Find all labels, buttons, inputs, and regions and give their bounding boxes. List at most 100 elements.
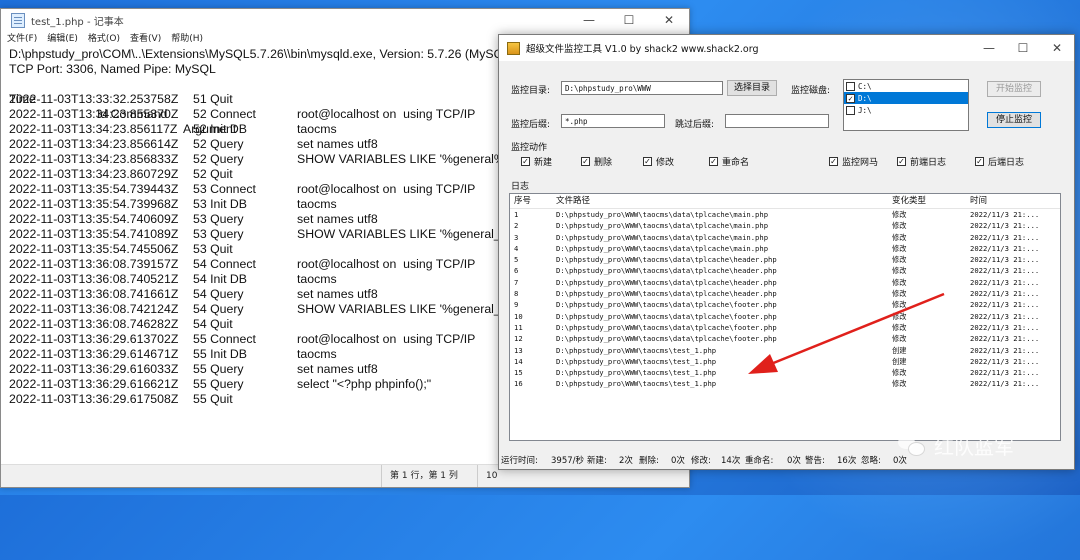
- table-row[interactable]: 7 D:\phpstudy_pro\WWW\taocms\data\tplcach…: [510, 277, 1060, 288]
- log-argument: set names utf8: [297, 287, 378, 301]
- maximize-icon[interactable]: ☐: [1006, 35, 1040, 61]
- stop-monitor-button[interactable]: 停止监控: [987, 112, 1041, 128]
- table-row[interactable]: 8 D:\phpstudy_pro\WWW\taocms\data\tplcach…: [510, 288, 1060, 299]
- action-label: 删除: [594, 158, 613, 168]
- checkbox-icon[interactable]: ✓: [521, 157, 530, 166]
- log-argument: taocms: [297, 272, 337, 286]
- table-row[interactable]: 3 D:\phpstudy_pro\WWW\taocms\data\tplcach…: [510, 232, 1060, 243]
- close-icon[interactable]: ✕: [649, 9, 689, 31]
- table-row[interactable]: 9 D:\phpstudy_pro\WWW\taocms\data\tplcach…: [510, 299, 1060, 310]
- row-path: D:\phpstudy_pro\WWW\taocms\data\tplcache…: [556, 210, 769, 219]
- close-icon[interactable]: ✕: [1040, 35, 1074, 61]
- table-row[interactable]: 11 D:\phpstudy_pro\WWW\taocms\data\tplcac…: [510, 322, 1060, 333]
- disk-checkbox[interactable]: [846, 81, 855, 91]
- table-row[interactable]: 10 D:\phpstudy_pro\WWW\taocms\data\tplcac…: [510, 311, 1060, 322]
- skip-suffix-label: 跳过后缀:: [675, 120, 715, 130]
- row-no: 4: [514, 243, 519, 253]
- row-path: D:\phpstudy_pro\WWW\taocms\data\tplcache…: [556, 277, 777, 287]
- action-label: 后端日志: [988, 158, 1025, 168]
- minimize-icon[interactable]: —: [972, 35, 1006, 61]
- row-type: 修改: [892, 289, 907, 299]
- table-row[interactable]: 6 D:\phpstudy_pro\WWW\taocms\data\tplcach…: [510, 265, 1060, 276]
- row-no: 10: [514, 311, 523, 321]
- menu-help[interactable]: 帮助(H): [171, 31, 203, 47]
- action-label: 重命名: [722, 158, 750, 168]
- table-row[interactable]: 14 D:\phpstudy_pro\WWW\taocms\test_1.php 创…: [510, 356, 1060, 367]
- log-time: 2022-11-03T13:36:08.746282Z: [9, 317, 179, 331]
- log-command: 54 Query: [193, 287, 244, 301]
- dir-input[interactable]: D:\phpstudy_pro\WWW: [561, 81, 723, 95]
- log-table[interactable]: 序号 文件路径 变化类型 时间 1 D:\phpstudy_pro\WWW\tao…: [509, 193, 1061, 441]
- checkbox-icon[interactable]: ✓: [709, 157, 718, 166]
- action-checkbox[interactable]: ✓ 新建: [521, 155, 552, 168]
- table-row[interactable]: 16 D:\phpstudy_pro\WWW\taocms\test_1.php 修…: [510, 378, 1060, 389]
- table-row[interactable]: 1 D:\phpstudy_pro\WWW\taocms\data\tplcach…: [510, 209, 1060, 220]
- start-monitor-button[interactable]: 开始监控: [987, 81, 1041, 97]
- disk-item[interactable]: ✓ D:\: [844, 92, 968, 104]
- log-time: 2022-11-03T13:35:54.745506Z: [9, 242, 179, 256]
- header-time[interactable]: 时间: [970, 194, 987, 208]
- runtime-label: 运行时间:: [501, 456, 538, 466]
- row-path: D:\phpstudy_pro\WWW\taocms\test_1.php: [556, 379, 717, 389]
- log-command: 55 Init DB: [193, 347, 247, 361]
- checkbox-icon[interactable]: ✓: [829, 157, 838, 166]
- table-row[interactable]: 12 D:\phpstudy_pro\WWW\taocms\data\tplcac…: [510, 333, 1060, 344]
- disk-checkbox[interactable]: ✓: [846, 93, 855, 103]
- checkbox-icon[interactable]: ✓: [975, 157, 984, 166]
- table-row[interactable]: 2 D:\phpstudy_pro\WWW\taocms\data\tplcach…: [510, 220, 1060, 231]
- disk-checkbox[interactable]: [846, 105, 855, 115]
- disk-item[interactable]: C:\: [844, 80, 968, 92]
- row-time: 2022/11/3 21:...: [970, 266, 1040, 276]
- action-checkbox[interactable]: ✓ 删除: [581, 155, 612, 168]
- header-no[interactable]: 序号: [514, 194, 531, 208]
- table-row[interactable]: 15 D:\phpstudy_pro\WWW\taocms\test_1.php 修…: [510, 367, 1060, 378]
- action-checkbox[interactable]: ✓ 后端日志: [975, 155, 1024, 168]
- header-type[interactable]: 变化类型: [892, 194, 926, 208]
- action-checkbox[interactable]: ✓ 前端日志: [897, 155, 946, 168]
- log-time: 2022-11-03T13:36:29.616621Z: [9, 377, 179, 391]
- row-type: 创建: [892, 356, 907, 366]
- monitor-titlebar: 超级文件监控工具 V1.0 by shack2 www.shack2.org —…: [499, 35, 1074, 61]
- log-time: 2022-11-03T13:33:32.253758Z: [9, 92, 179, 106]
- checkbox-icon[interactable]: ✓: [581, 157, 590, 166]
- row-type: 修改: [892, 368, 907, 378]
- log-label: 日志: [511, 182, 530, 192]
- skip-suffix-input[interactable]: [725, 114, 829, 128]
- header-path[interactable]: 文件路径: [556, 194, 590, 208]
- suffix-input[interactable]: *.php: [561, 114, 665, 128]
- log-command: 54 Quit: [193, 317, 233, 331]
- table-row[interactable]: 13 D:\phpstudy_pro\WWW\taocms\test_1.php 创…: [510, 345, 1060, 356]
- menu-edit[interactable]: 编辑(E): [47, 31, 78, 47]
- minimize-icon[interactable]: —: [569, 9, 609, 31]
- row-no: 3: [514, 232, 519, 242]
- table-row[interactable]: 5 D:\phpstudy_pro\WWW\taocms\data\tplcach…: [510, 254, 1060, 265]
- menu-file[interactable]: 文件(F): [7, 31, 37, 47]
- action-checkbox[interactable]: ✓ 监控网马: [829, 155, 878, 168]
- row-time: 2022/11/3 21:...: [970, 243, 1040, 253]
- row-no: 11: [514, 322, 523, 332]
- menu-format[interactable]: 格式(O): [88, 31, 120, 47]
- warning-count: 16次: [837, 456, 857, 466]
- log-argument: root@localhost on using TCP/IP: [297, 257, 476, 271]
- disk-item[interactable]: J:\: [844, 104, 968, 116]
- row-type: 修改: [892, 210, 907, 219]
- log-argument: SHOW VARIABLES LIKE '%general_log: [297, 302, 518, 316]
- menu-view[interactable]: 查看(V): [130, 31, 161, 47]
- log-command: 55 Query: [193, 377, 244, 391]
- watermark-text: 红队蓝军: [934, 434, 1014, 459]
- row-time: 2022/11/3 21:...: [970, 379, 1040, 389]
- checkbox-icon[interactable]: ✓: [643, 157, 652, 166]
- log-command: 55 Query: [193, 362, 244, 376]
- maximize-icon[interactable]: ☐: [609, 9, 649, 31]
- log-time: 2022-11-03T13:36:29.613702Z: [9, 332, 179, 346]
- action-checkbox[interactable]: ✓ 修改: [643, 155, 674, 168]
- disk-list[interactable]: C:\ ✓ D:\ J:\: [843, 79, 969, 131]
- choose-dir-button[interactable]: 选择目录: [727, 80, 777, 96]
- row-time: 2022/11/3 21:...: [970, 277, 1040, 287]
- rename-count: 0次: [787, 456, 801, 466]
- table-row[interactable]: 4 D:\phpstudy_pro\WWW\taocms\data\tplcach…: [510, 243, 1060, 254]
- action-checkbox[interactable]: ✓ 重命名: [709, 155, 749, 168]
- log-argument: root@localhost on using TCP/IP: [297, 332, 476, 346]
- checkbox-icon[interactable]: ✓: [897, 157, 906, 166]
- log-command: 55 Quit: [193, 392, 233, 406]
